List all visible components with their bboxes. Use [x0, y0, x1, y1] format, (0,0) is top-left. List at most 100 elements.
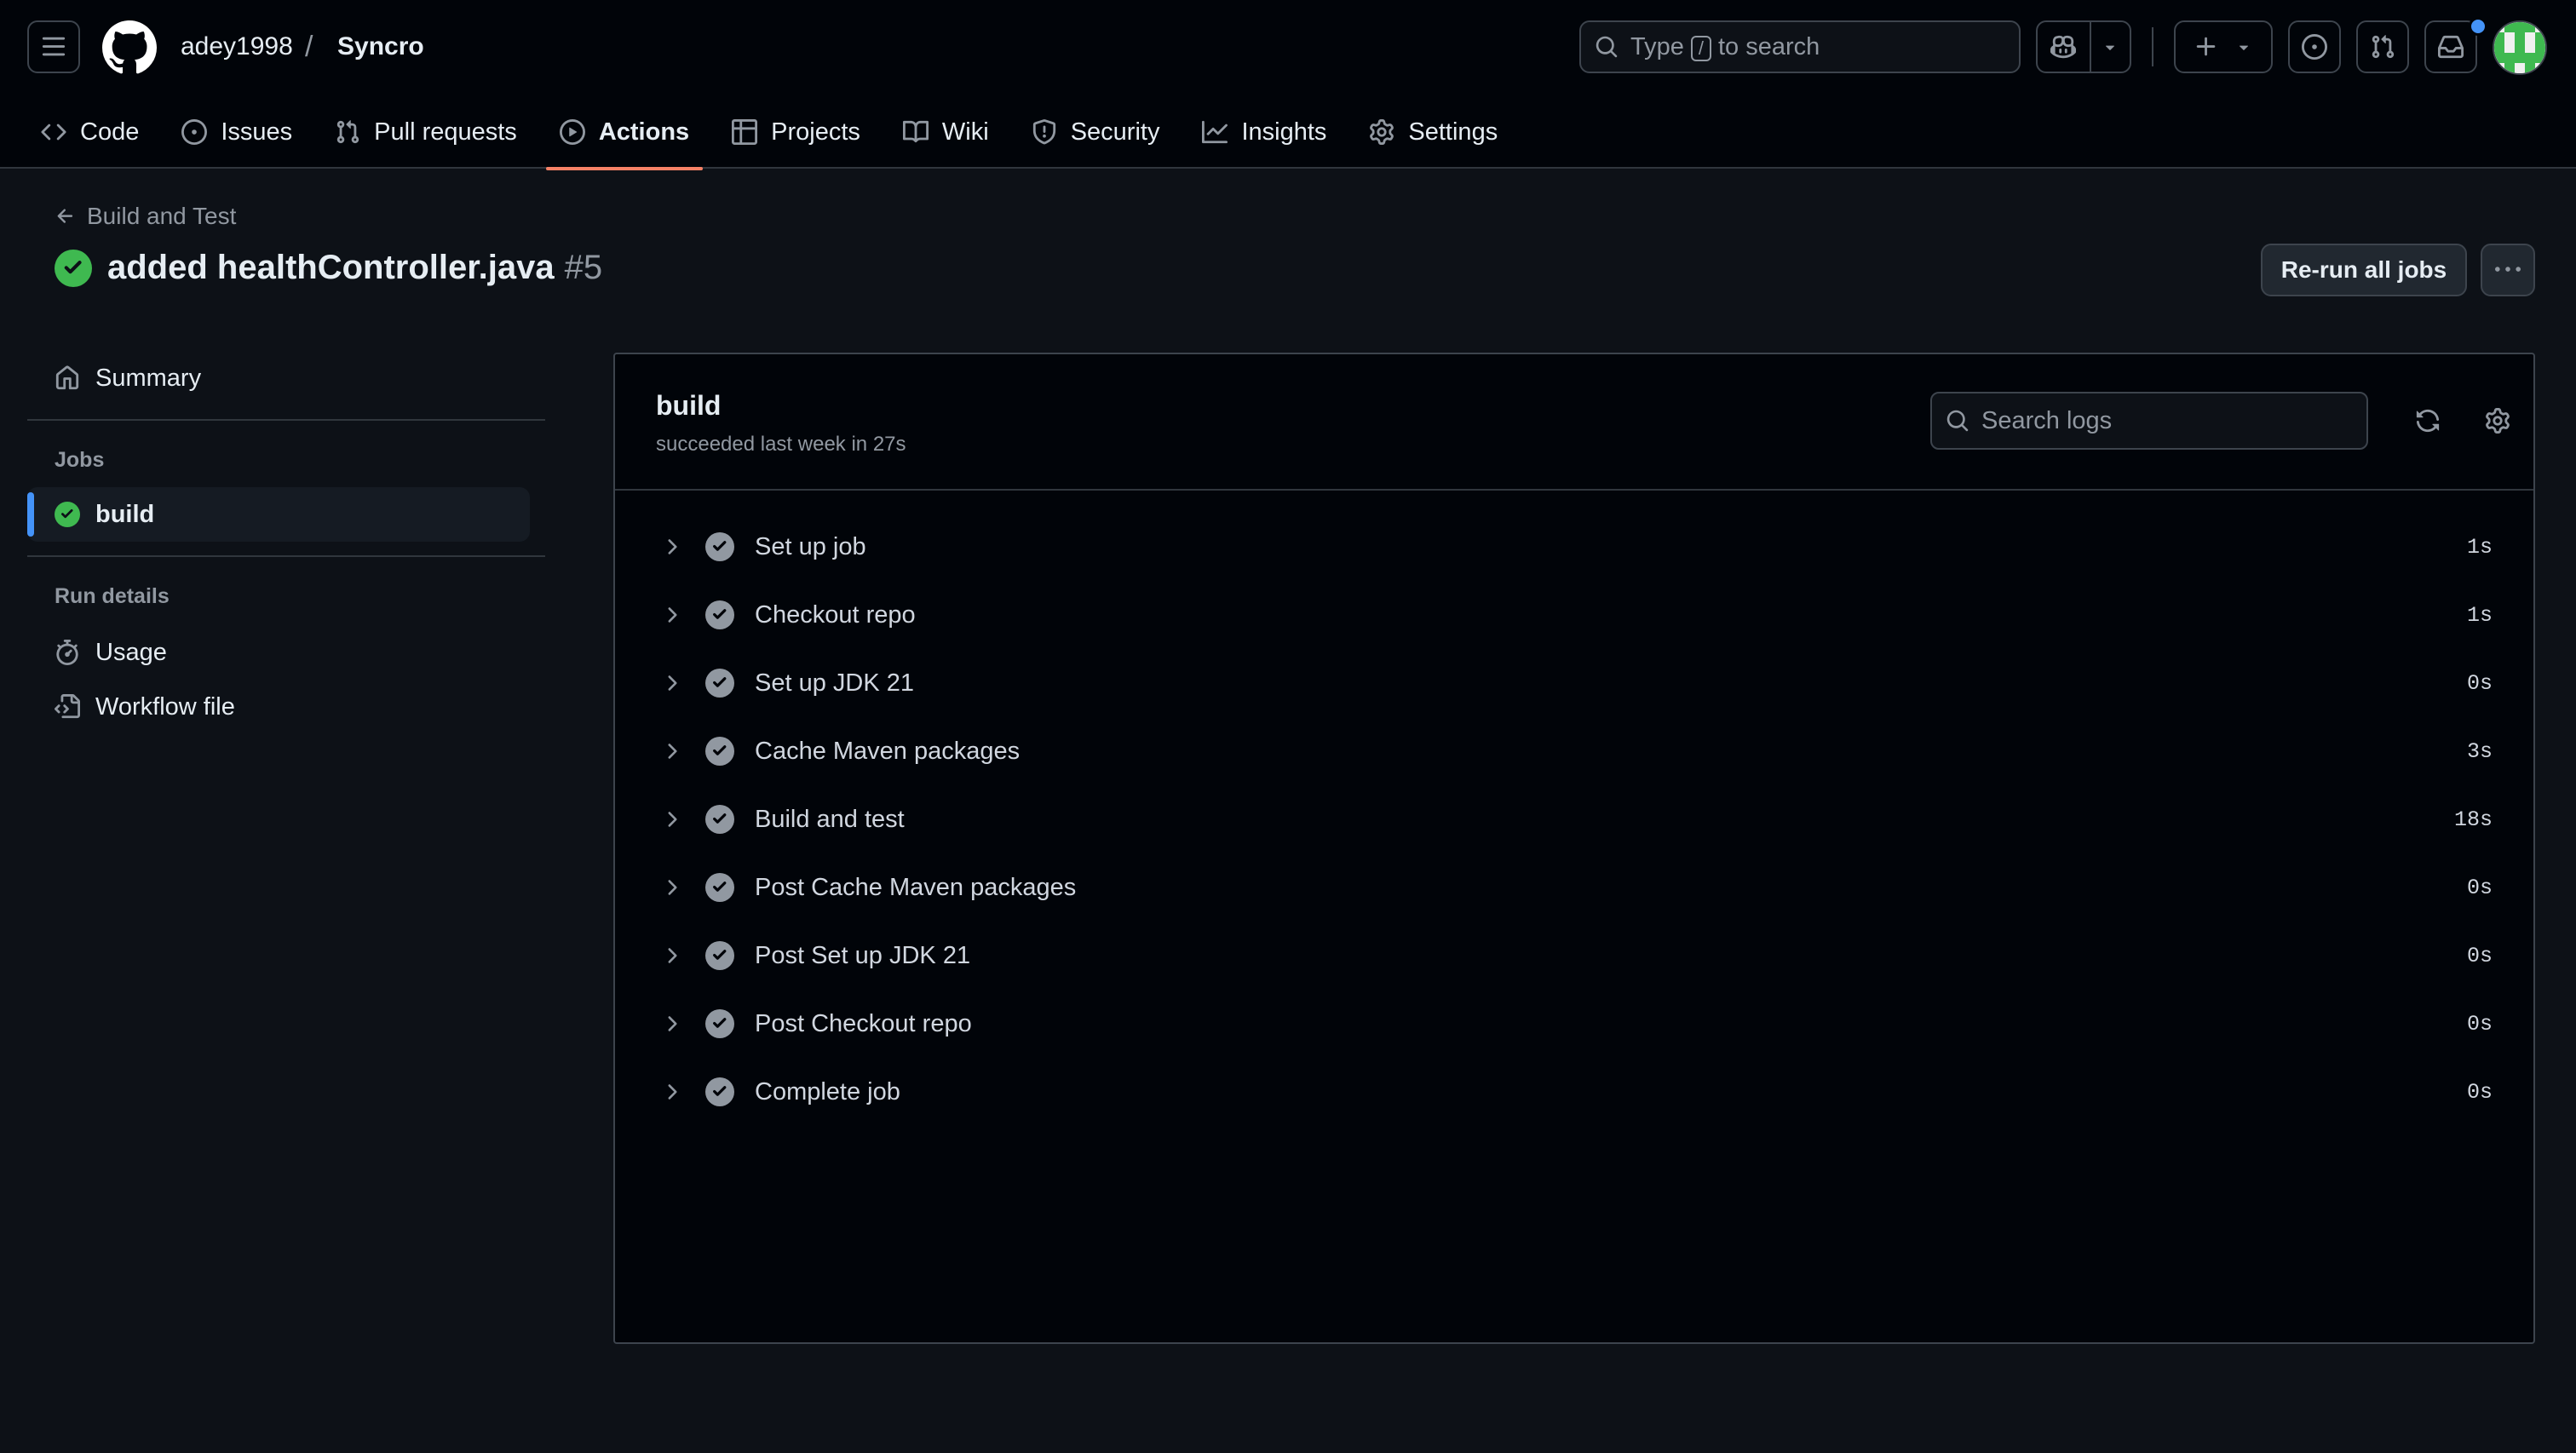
run-details-heading: Run details [55, 584, 170, 608]
chevron-right-icon [668, 675, 677, 691]
step-duration: 0s [2466, 943, 2493, 968]
step-duration: 0s [2466, 670, 2493, 696]
sidebar-item-label: Usage [95, 638, 167, 666]
sidebar-item-label: Summary [95, 364, 202, 392]
tab-pull-requests[interactable]: Pull requests [321, 104, 531, 160]
tab-code[interactable]: Code [27, 104, 152, 160]
search-suffix: to search [1718, 32, 1820, 60]
menu-button[interactable] [27, 20, 80, 73]
chevron-right-icon [668, 539, 677, 554]
tab-security[interactable]: Security [1018, 104, 1174, 160]
check-circle-fill-icon [705, 737, 734, 766]
sidebar-item-job-build[interactable]: build [27, 487, 530, 542]
step-row[interactable]: Post Set up JDK 21 0s [615, 922, 2533, 990]
chevron-right-icon [668, 1084, 677, 1100]
step-row[interactable]: Set up JDK 21 0s [615, 649, 2533, 717]
breadcrumb-separator: / [305, 31, 313, 63]
sidebar-item-summary[interactable]: Summary [27, 351, 530, 405]
step-name: Set up JDK 21 [755, 669, 914, 697]
tab-label: Pull requests [374, 118, 517, 146]
chevron-right-icon [668, 1016, 677, 1031]
tab-projects[interactable]: Projects [718, 104, 874, 160]
log-settings-button[interactable] [2477, 400, 2518, 441]
check-circle-fill-icon [705, 669, 734, 698]
sync-icon [2416, 409, 2440, 433]
sidebar-item-label: build [95, 500, 155, 528]
refresh-logs-button[interactable] [2407, 400, 2448, 441]
page-title: added healthController.java #5 [55, 249, 602, 287]
chevron-right-icon [668, 744, 677, 759]
run-title-text: added healthController.java [107, 249, 555, 286]
tab-label: Settings [1408, 118, 1498, 146]
plus-icon [2196, 37, 2216, 56]
step-duration: 0s [2466, 875, 2493, 900]
step-duration: 1s [2466, 534, 2493, 560]
job-status-text: succeeded last week in 27s [656, 433, 906, 456]
hamburger-icon [42, 37, 66, 56]
sidebar-item-workflow-file[interactable]: Workflow file [27, 680, 530, 734]
check-circle-fill-icon [705, 805, 734, 834]
global-header: adey1998 / Syncro Type / to search Code … [0, 0, 2576, 170]
step-name: Post Checkout repo [755, 1009, 972, 1037]
step-duration: 0s [2466, 1079, 2493, 1105]
step-name: Post Set up JDK 21 [755, 941, 971, 969]
step-row[interactable]: Post Checkout repo 0s [615, 990, 2533, 1058]
global-search-input[interactable]: Type / to search [1579, 20, 2021, 73]
user-avatar[interactable] [2493, 20, 2547, 75]
issues-button[interactable] [2288, 20, 2341, 73]
create-new-button[interactable] [2174, 20, 2273, 73]
sidebar-divider [27, 419, 545, 421]
search-logs-field[interactable] [1930, 392, 2368, 450]
chevron-right-icon [668, 880, 677, 895]
copilot-dropdown-button[interactable] [2091, 22, 2130, 72]
step-name: Checkout repo [755, 600, 916, 629]
rerun-all-jobs-button[interactable]: Re-run all jobs [2261, 244, 2467, 296]
job-steps-list: Set up job 1s Checkout repo 1s Set up JD… [615, 513, 2533, 1126]
breadcrumb-repo[interactable]: Syncro [337, 31, 424, 63]
search-logs-input[interactable] [1980, 405, 2341, 436]
check-circle-fill-icon [705, 941, 734, 970]
more-options-button[interactable] [2481, 244, 2535, 296]
check-circle-fill-icon [55, 249, 92, 287]
copilot-button[interactable] [2038, 22, 2091, 72]
tab-label: Insights [1241, 118, 1327, 146]
book-icon [902, 120, 929, 143]
search-placeholder: Type / to search [1630, 33, 1820, 61]
tab-issues[interactable]: Issues [168, 104, 306, 160]
gear-icon [2486, 408, 2510, 434]
sidebar-item-label: Workflow file [95, 692, 235, 721]
step-row[interactable]: Post Cache Maven packages 0s [615, 853, 2533, 922]
sidebar-item-usage[interactable]: Usage [27, 625, 530, 680]
breadcrumb-owner[interactable]: adey1998 [181, 31, 293, 63]
issue-icon [2302, 34, 2327, 60]
step-row[interactable]: Set up job 1s [615, 513, 2533, 581]
play-icon [559, 119, 585, 145]
step-row[interactable]: Cache Maven packages 3s [615, 717, 2533, 785]
notification-indicator [2469, 17, 2487, 36]
tab-settings[interactable]: Settings [1355, 104, 1511, 160]
table-icon [732, 119, 758, 145]
step-duration: 0s [2466, 1011, 2493, 1037]
step-name: Complete job [755, 1077, 900, 1106]
back-to-workflow-link[interactable]: Build and Test [55, 203, 236, 230]
step-duration: 1s [2466, 602, 2493, 628]
step-name: Post Cache Maven packages [755, 873, 1077, 901]
tab-actions[interactable]: Actions [545, 104, 704, 170]
step-duration: 18s [2453, 807, 2493, 832]
job-log-panel: build succeeded last week in 27s Set up … [613, 353, 2535, 1344]
run-number: #5 [564, 249, 603, 286]
step-row[interactable]: Build and test 18s [615, 785, 2533, 853]
step-name: Build and test [755, 805, 905, 833]
code-icon [41, 123, 66, 141]
check-circle-fill-icon [705, 873, 734, 902]
check-circle-fill-icon [705, 532, 734, 561]
step-row[interactable]: Checkout repo 1s [615, 581, 2533, 649]
sidebar-divider [27, 555, 545, 557]
step-row[interactable]: Complete job 0s [615, 1058, 2533, 1126]
tab-insights[interactable]: Insights [1188, 104, 1340, 160]
github-logo-icon[interactable] [102, 20, 157, 75]
chevron-right-icon [668, 607, 677, 623]
back-link-label: Build and Test [87, 203, 237, 229]
pull-requests-button[interactable] [2356, 20, 2409, 73]
tab-wiki[interactable]: Wiki [889, 104, 1003, 160]
